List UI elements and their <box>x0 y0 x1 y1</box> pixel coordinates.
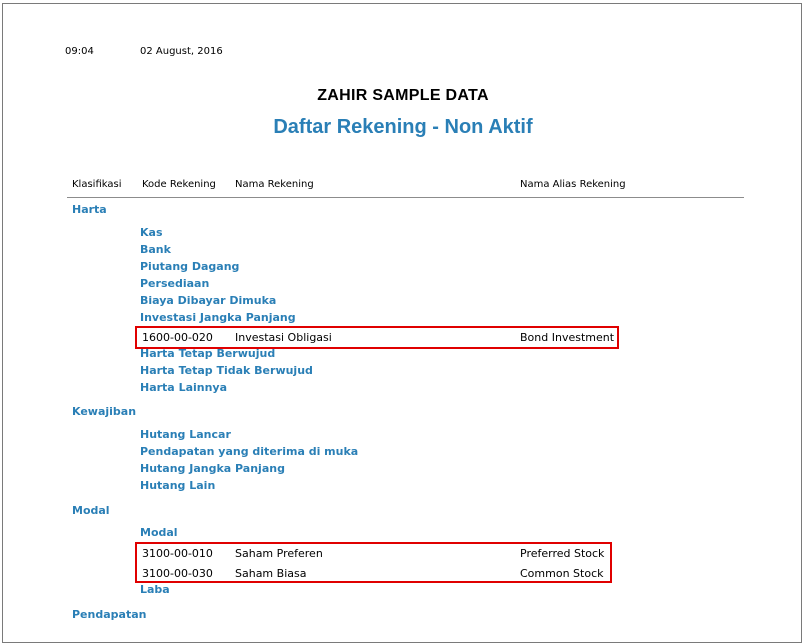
column-header-alias: Nama Alias Rekening <box>520 179 626 190</box>
account-kode: 3100-00-030 <box>142 567 213 580</box>
company-name: ZAHIR SAMPLE DATA <box>317 87 489 104</box>
account-kode: 1600-00-020 <box>142 331 213 344</box>
report-title: Daftar Rekening - Non Aktif <box>273 116 533 138</box>
print-time: 09:04 <box>65 46 94 57</box>
classification-kewajiban: Kewajiban <box>72 405 137 418</box>
column-header-kode: Kode Rekening <box>142 179 216 190</box>
account-nama: Investasi Obligasi <box>235 331 332 344</box>
group-harta-lainnya: Harta Lainnya <box>140 381 228 394</box>
classification-harta: Harta <box>72 203 107 216</box>
group-modal: Modal <box>140 526 178 539</box>
print-date: 02 August, 2016 <box>140 46 223 57</box>
account-alias: Preferred Stock <box>520 547 605 560</box>
group-bank: Bank <box>140 243 171 256</box>
group-laba: Laba <box>140 583 170 596</box>
group-harta-tetap-tidak-berwujud: Harta Tetap Tidak Berwujud <box>140 364 313 377</box>
header-divider <box>67 197 744 198</box>
account-alias: Common Stock <box>520 567 604 580</box>
group-investasi-jangka-panjang: Investasi Jangka Panjang <box>140 311 296 324</box>
account-nama: Saham Preferen <box>235 547 323 560</box>
group-pendapatan-diterima-dimuka: Pendapatan yang diterima di muka <box>140 445 359 458</box>
group-biaya-dibayar-dimuka: Biaya Dibayar Dimuka <box>140 294 277 307</box>
account-kode: 3100-00-010 <box>142 547 213 560</box>
classification-pendapatan: Pendapatan <box>72 608 147 621</box>
account-alias: Bond Investment <box>520 331 615 344</box>
group-hutang-lain: Hutang Lain <box>140 479 216 492</box>
group-kas: Kas <box>140 226 163 239</box>
account-nama: Saham Biasa <box>235 567 307 580</box>
group-piutang-dagang: Piutang Dagang <box>140 260 240 273</box>
classification-modal: Modal <box>72 504 110 517</box>
group-hutang-lancar: Hutang Lancar <box>140 428 231 441</box>
column-header-klasifikasi: Klasifikasi <box>72 179 122 190</box>
group-persediaan: Persediaan <box>140 277 210 290</box>
column-header-nama: Nama Rekening <box>235 179 314 190</box>
group-harta-tetap-berwujud: Harta Tetap Berwujud <box>140 347 276 360</box>
group-hutang-jangka-panjang: Hutang Jangka Panjang <box>140 462 285 475</box>
